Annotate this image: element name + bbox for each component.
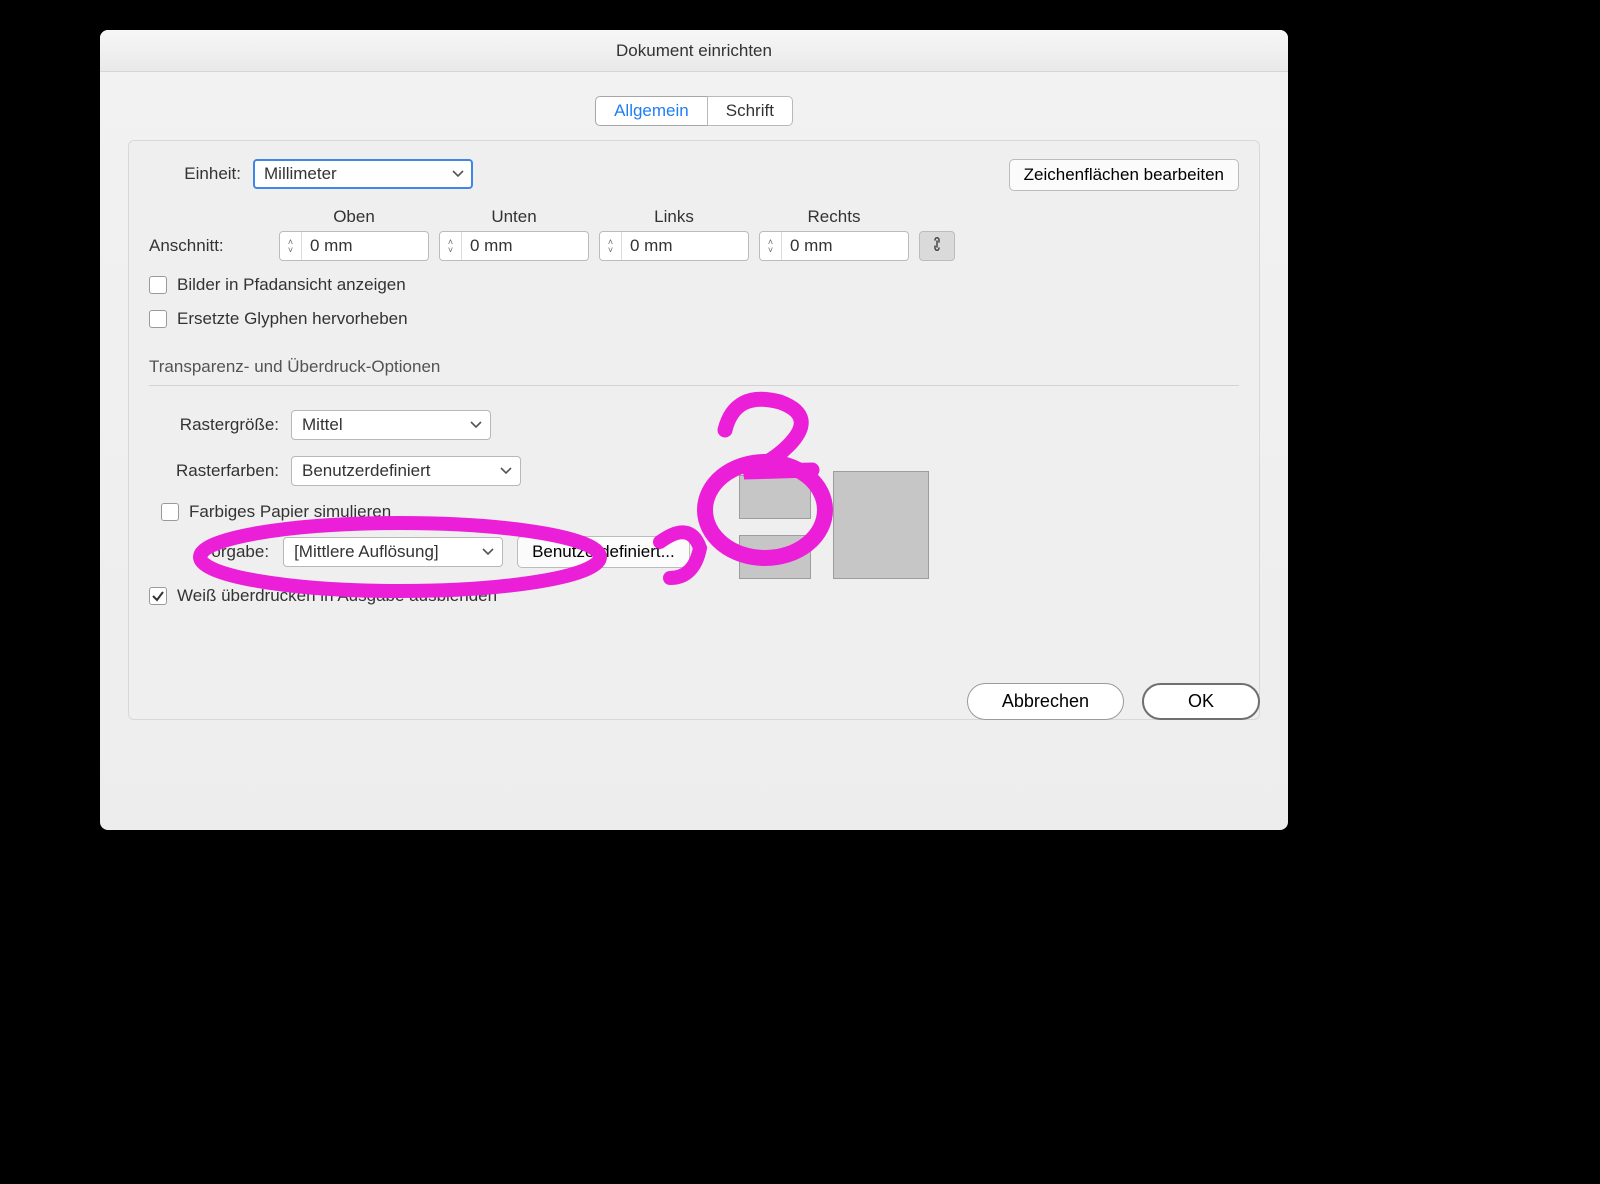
grid-preview-box	[833, 471, 929, 579]
chevron-down-icon	[470, 421, 482, 429]
bleed-bottom-label: Unten	[439, 207, 589, 227]
tab-general[interactable]: Allgemein	[595, 96, 707, 126]
edit-artboards-button[interactable]: Zeichenflächen bearbeiten	[1009, 159, 1239, 191]
dialog-content: Allgemein Schrift Einheit: Millimeter Ze…	[100, 72, 1288, 740]
document-setup-dialog: Dokument einrichten Allgemein Schrift Ei…	[100, 30, 1288, 830]
chevron-down-icon	[482, 548, 494, 556]
highlight-glyphs-checkbox[interactable]	[149, 310, 167, 328]
overprint-white-checkbox[interactable]	[149, 587, 167, 605]
link-icon	[930, 235, 944, 258]
simulate-paper-checkbox[interactable]	[161, 503, 179, 521]
unit-select[interactable]: Millimeter	[253, 159, 473, 189]
general-panel: Einheit: Millimeter Zeichenflächen bearb…	[128, 140, 1260, 720]
bleed-left-value: 0 mm	[622, 236, 681, 256]
show-images-label: Bilder in Pfadansicht anzeigen	[177, 275, 406, 295]
show-images-checkbox[interactable]	[149, 276, 167, 294]
ok-button[interactable]: OK	[1142, 683, 1260, 720]
preset-custom-button[interactable]: Benutzerdefiniert...	[517, 536, 690, 568]
simulate-paper-label: Farbiges Papier simulieren	[189, 502, 391, 522]
stepper-arrows-icon[interactable]: ˄˅	[600, 232, 622, 260]
bleed-top-value: 0 mm	[302, 236, 361, 256]
transparency-section-title: Transparenz- und Überdruck-Optionen	[149, 357, 1239, 386]
preset-value: [Mittlere Auflösung]	[294, 542, 439, 562]
stepper-arrows-icon[interactable]: ˄˅	[280, 232, 302, 260]
cancel-button[interactable]: Abbrechen	[967, 683, 1124, 720]
highlight-glyphs-label: Ersetzte Glyphen hervorheben	[177, 309, 408, 329]
bleed-top-input[interactable]: ˄˅ 0 mm	[279, 231, 429, 261]
bleed-right-label: Rechts	[759, 207, 909, 227]
bleed-bottom-input[interactable]: ˄˅ 0 mm	[439, 231, 589, 261]
grid-colors-value: Benutzerdefiniert	[302, 461, 431, 481]
grid-colors-label: Rasterfarben:	[149, 461, 279, 481]
grid-color-preview	[729, 471, 929, 591]
unit-value: Millimeter	[264, 164, 337, 184]
tab-bar: Allgemein Schrift	[128, 96, 1260, 126]
chevron-down-icon	[452, 170, 464, 178]
stepper-arrows-icon[interactable]: ˄˅	[760, 232, 782, 260]
bleed-left-label: Links	[599, 207, 749, 227]
grid-colors-select[interactable]: Benutzerdefiniert	[291, 456, 521, 486]
bleed-bottom-value: 0 mm	[462, 236, 521, 256]
bleed-right-input[interactable]: ˄˅ 0 mm	[759, 231, 909, 261]
preset-select[interactable]: [Mittlere Auflösung]	[283, 537, 503, 567]
unit-label: Einheit:	[149, 164, 241, 184]
bleed-right-value: 0 mm	[782, 236, 841, 256]
chevron-down-icon	[500, 467, 512, 475]
grid-size-value: Mittel	[302, 415, 343, 435]
tab-type[interactable]: Schrift	[707, 96, 793, 126]
bleed-top-label: Oben	[279, 207, 429, 227]
bleed-left-input[interactable]: ˄˅ 0 mm	[599, 231, 749, 261]
grid-size-select[interactable]: Mittel	[291, 410, 491, 440]
link-bleed-button[interactable]	[919, 231, 955, 261]
grid-color-swatch-light[interactable]	[739, 475, 811, 519]
bleed-label: Anschnitt:	[149, 236, 269, 256]
grid-size-label: Rastergröße:	[149, 415, 279, 435]
stepper-arrows-icon[interactable]: ˄˅	[440, 232, 462, 260]
overprint-white-label: Weiß überdrucken in Ausgabe ausblenden	[177, 586, 497, 606]
dialog-title: Dokument einrichten	[100, 30, 1288, 72]
preset-label: Vorgabe:	[201, 542, 269, 562]
grid-color-swatch-dark[interactable]	[739, 535, 811, 579]
